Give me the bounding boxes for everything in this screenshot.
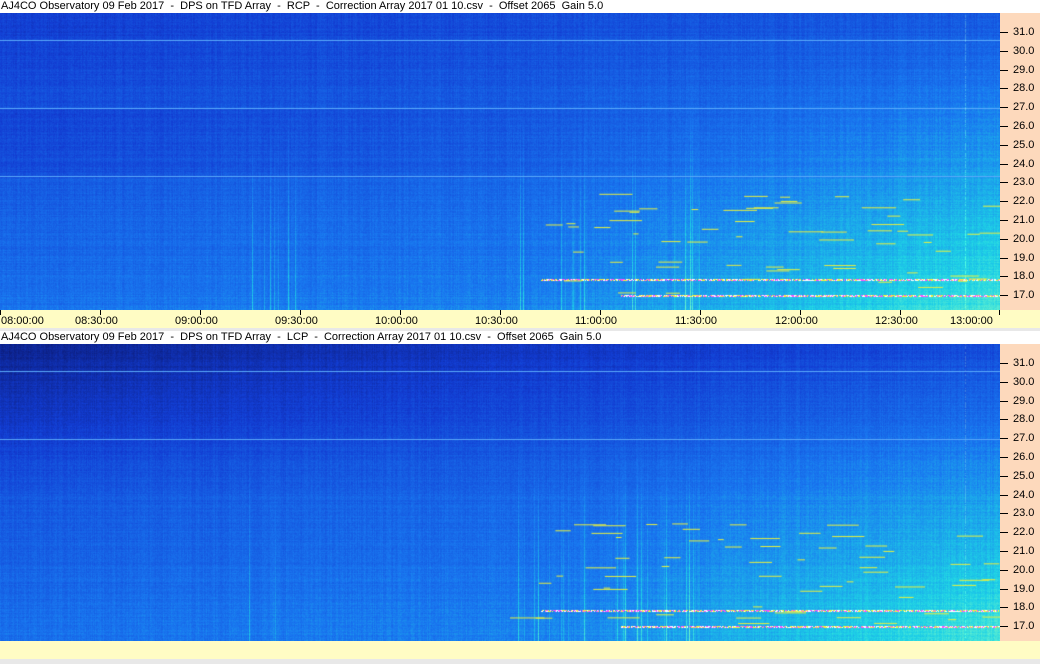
y-tick-label: 23.0 bbox=[1013, 176, 1035, 189]
y-tick-label: 27.0 bbox=[1013, 101, 1035, 114]
y-tick-label: 17.0 bbox=[1013, 289, 1035, 302]
x-tick-label: 11:30:00 bbox=[675, 315, 718, 327]
x-tick bbox=[999, 310, 1000, 315]
y-tick bbox=[1000, 50, 1008, 52]
y-tick-label: 20.0 bbox=[1013, 232, 1035, 245]
y-tick bbox=[1000, 182, 1008, 184]
y-tick-label: 19.0 bbox=[1013, 582, 1035, 595]
y-tick bbox=[1000, 163, 1008, 165]
rcp-time-axis: 08:00:00 08:30:00 09:00:00 09:30:00 10:00:00… bbox=[0, 310, 1040, 328]
y-tick-label: 24.0 bbox=[1013, 488, 1035, 501]
y-tick-label: 29.0 bbox=[1013, 394, 1035, 407]
y-tick bbox=[1000, 569, 1008, 571]
x-tick-label: 08:30:00 bbox=[75, 315, 118, 327]
y-tick bbox=[1000, 475, 1008, 477]
x-tick-label: 12:00:00 bbox=[775, 315, 818, 327]
lcp-spectrogram bbox=[0, 344, 1000, 641]
lcp-panel: AJ4CO Observatory 09 Feb 2017 - DPS on T… bbox=[0, 331, 1040, 661]
lcp-time-axis bbox=[0, 641, 1040, 659]
x-tick-label: 09:30:00 bbox=[275, 315, 318, 327]
y-tick-label: 28.0 bbox=[1013, 82, 1035, 95]
y-tick-label: 29.0 bbox=[1013, 63, 1035, 76]
x-tick-label: 13:00:00 bbox=[950, 315, 993, 327]
y-tick bbox=[1000, 419, 1008, 421]
y-tick bbox=[1000, 588, 1008, 590]
x-tick-label: 12:30:00 bbox=[875, 315, 918, 327]
y-tick-label: 22.0 bbox=[1013, 526, 1035, 539]
y-tick-label: 26.0 bbox=[1013, 120, 1035, 132]
y-tick bbox=[1000, 607, 1008, 609]
rcp-title: AJ4CO Observatory 09 Feb 2017 - DPS on T… bbox=[0, 0, 1040, 13]
y-tick-label: 27.0 bbox=[1013, 432, 1035, 445]
y-tick bbox=[1000, 363, 1008, 364]
x-tick-label: 11:00:00 bbox=[575, 315, 618, 327]
y-tick-label: 18.0 bbox=[1013, 601, 1035, 614]
y-tick-label: 22.0 bbox=[1013, 195, 1035, 208]
y-tick-label: 24.0 bbox=[1013, 157, 1035, 170]
y-tick bbox=[1000, 238, 1008, 240]
y-tick-label: 17.0 bbox=[1013, 620, 1035, 633]
y-tick-label: 18.0 bbox=[1013, 270, 1035, 283]
rcp-spectrogram bbox=[0, 13, 1000, 310]
lcp-frequency-axis: 31.0 30.0 29.0 28.0 27.0 26.0 25.0 24.0 23.0 22.0… bbox=[1000, 344, 1040, 641]
y-tick-label: 23.0 bbox=[1013, 507, 1035, 520]
y-tick-label: 30.0 bbox=[1013, 375, 1035, 388]
y-tick bbox=[1000, 144, 1008, 146]
y-tick bbox=[1000, 626, 1008, 628]
x-tick-label: 10:00:00 bbox=[375, 315, 418, 327]
y-tick-label: 21.0 bbox=[1013, 545, 1035, 557]
y-tick bbox=[1000, 69, 1008, 71]
y-tick-label: 21.0 bbox=[1013, 214, 1035, 226]
y-tick-label: 25.0 bbox=[1013, 469, 1035, 482]
y-tick bbox=[1000, 295, 1008, 297]
y-tick-label: 19.0 bbox=[1013, 251, 1035, 264]
y-tick bbox=[1000, 532, 1008, 534]
y-tick-label: 28.0 bbox=[1013, 413, 1035, 426]
y-tick-label: 31.0 bbox=[1013, 26, 1035, 38]
y-tick bbox=[1000, 400, 1008, 402]
y-tick bbox=[1000, 126, 1008, 127]
x-tick-label: 08:00:00 bbox=[1, 315, 44, 327]
y-tick bbox=[1000, 220, 1008, 221]
y-tick-label: 25.0 bbox=[1013, 138, 1035, 151]
y-tick-label: 26.0 bbox=[1013, 451, 1035, 463]
y-tick bbox=[1000, 276, 1008, 278]
y-tick bbox=[1000, 201, 1008, 203]
y-tick-label: 30.0 bbox=[1013, 44, 1035, 57]
x-tick-label: 09:00:00 bbox=[175, 315, 218, 327]
y-tick bbox=[1000, 257, 1008, 259]
y-tick bbox=[1000, 88, 1008, 90]
x-tick-label: 10:30:00 bbox=[475, 315, 518, 327]
y-tick-label: 20.0 bbox=[1013, 563, 1035, 576]
rcp-panel: AJ4CO Observatory 09 Feb 2017 - DPS on T… bbox=[0, 0, 1040, 330]
y-tick bbox=[1000, 107, 1008, 109]
rcp-frequency-axis: 31.0 30.0 29.0 28.0 27.0 26.0 25.0 24.0 23.0 22.0… bbox=[1000, 13, 1040, 310]
y-tick bbox=[1000, 513, 1008, 515]
y-tick bbox=[1000, 438, 1008, 440]
y-tick bbox=[1000, 551, 1008, 552]
y-tick-label: 31.0 bbox=[1013, 357, 1035, 369]
lcp-title: AJ4CO Observatory 09 Feb 2017 - DPS on T… bbox=[0, 331, 1040, 344]
y-tick bbox=[1000, 381, 1008, 383]
y-tick bbox=[1000, 457, 1008, 458]
y-tick bbox=[1000, 494, 1008, 496]
y-tick bbox=[1000, 32, 1008, 33]
